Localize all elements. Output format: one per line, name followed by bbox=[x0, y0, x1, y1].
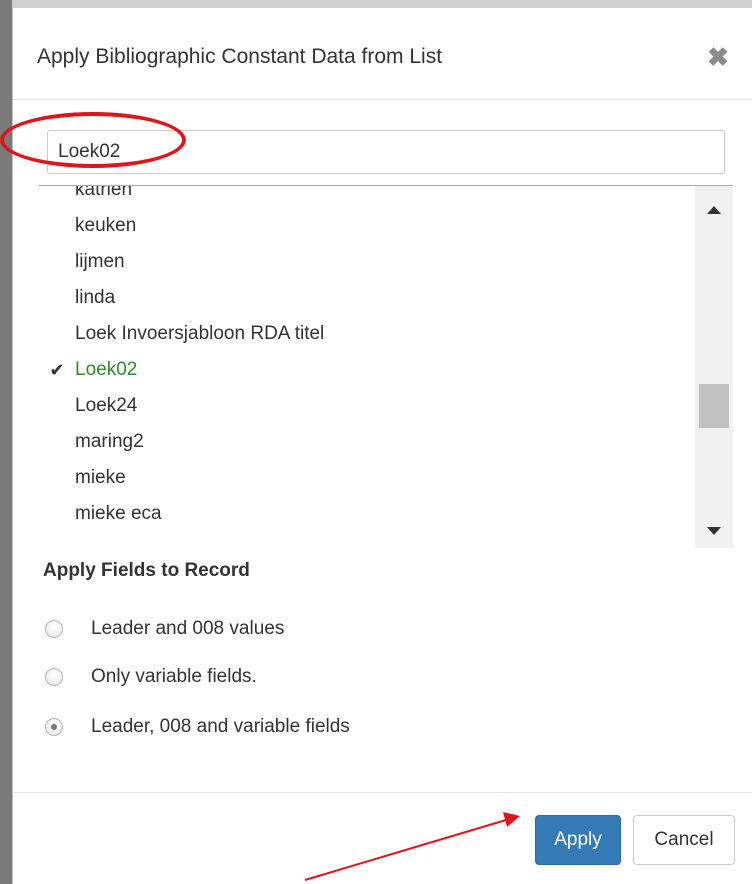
dialog-title: Apply Bibliographic Constant Data from L… bbox=[37, 45, 443, 68]
list-item[interactable]: Loek02 bbox=[75, 352, 137, 388]
list-item[interactable]: mieke bbox=[75, 460, 126, 496]
scroll-thumb[interactable] bbox=[699, 384, 729, 428]
list-item[interactable]: Loek Invoersjabloon RDA titel bbox=[75, 316, 324, 352]
radio-label: Leader and 008 values bbox=[91, 618, 285, 639]
list-item[interactable]: katrien bbox=[75, 186, 132, 208]
radio-button[interactable] bbox=[45, 718, 63, 736]
list-item[interactable]: linda bbox=[75, 280, 115, 316]
apply-button[interactable]: Apply bbox=[535, 815, 621, 865]
background-page-edge bbox=[0, 0, 12, 884]
list-item[interactable]: mieke eca bbox=[75, 496, 162, 532]
list-item[interactable]: maring2 bbox=[75, 424, 144, 460]
dialog-header: Apply Bibliographic Constant Data from L… bbox=[13, 8, 752, 100]
list-item[interactable]: Loek24 bbox=[75, 388, 137, 424]
radio-button[interactable] bbox=[45, 620, 63, 638]
list-item[interactable]: lijmen bbox=[75, 244, 125, 280]
dialog-footer: Apply Cancel bbox=[13, 792, 752, 884]
cancel-button[interactable]: Cancel bbox=[633, 815, 735, 865]
scroll-down-arrow-icon[interactable] bbox=[695, 517, 733, 547]
radio-button[interactable] bbox=[45, 668, 63, 686]
list-items-container: katrien keuken lijmen linda Loek Invoersjabl… bbox=[39, 186, 694, 548]
radio-label: Leader, 008 and variable fields bbox=[91, 716, 350, 737]
list-item[interactable]: keuken bbox=[75, 208, 136, 244]
scroll-up-arrow-icon[interactable] bbox=[695, 194, 733, 224]
apply-fields-heading: Apply Fields to Record bbox=[43, 560, 250, 581]
checkmark-icon: ✔ bbox=[49, 360, 65, 380]
constant-data-search-input[interactable] bbox=[47, 130, 725, 174]
radio-label: Only variable fields. bbox=[91, 666, 257, 687]
list-scrollbar[interactable] bbox=[695, 186, 733, 548]
close-icon[interactable]: ✖ bbox=[703, 42, 733, 72]
constant-data-list: katrien keuken lijmen linda Loek Invoersjabl… bbox=[39, 185, 733, 548]
apply-constant-data-dialog: Apply Bibliographic Constant Data from L… bbox=[12, 8, 752, 884]
